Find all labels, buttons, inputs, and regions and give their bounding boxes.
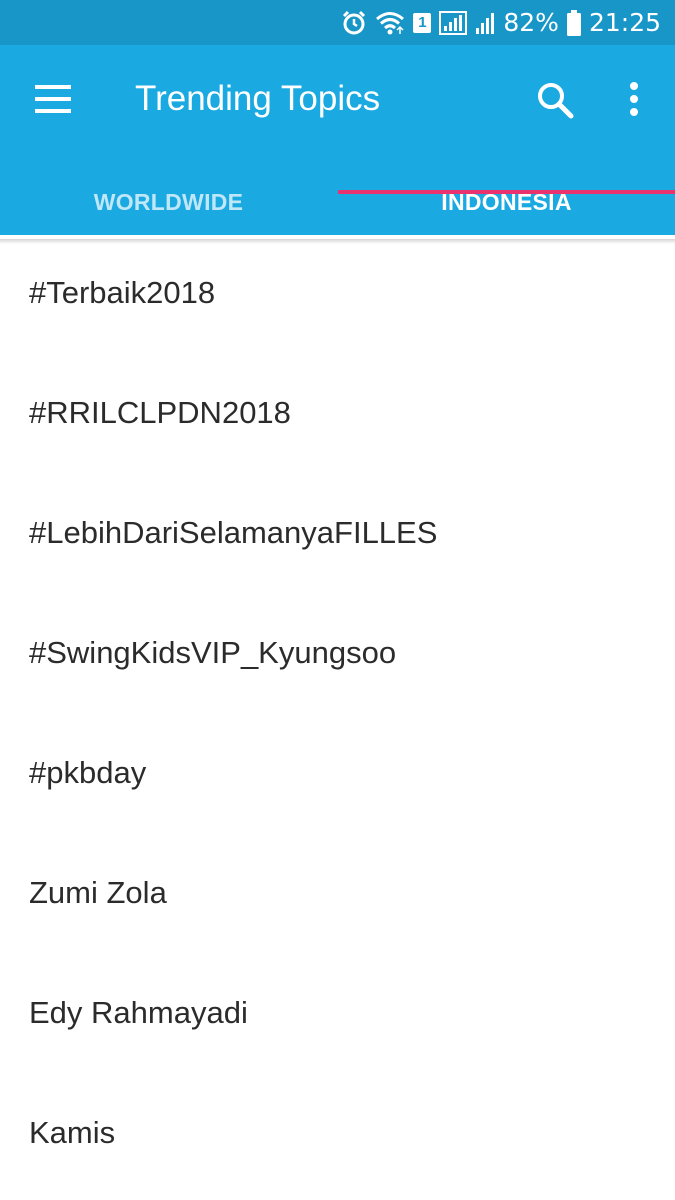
clock: 21:25	[588, 8, 661, 37]
trend-list: #Terbaik2018 #RRILCLPDN2018 #LebihDariSe…	[0, 240, 675, 1200]
trend-label: Edy Rahmayadi	[29, 995, 248, 1030]
page-title: Trending Topics	[135, 79, 381, 118]
search-icon[interactable]	[535, 80, 575, 120]
trend-item[interactable]: Edy Rahmayadi	[0, 960, 675, 1080]
trend-item[interactable]: #pkbday	[0, 720, 675, 840]
trend-label: #RRILCLPDN2018	[29, 395, 291, 430]
trend-item[interactable]: #RRILCLPDN2018	[0, 360, 675, 480]
battery-icon	[566, 9, 581, 36]
trend-item[interactable]: #LebihDariSelamanyaFILLES	[0, 480, 675, 600]
trend-label: #SwingKidsVIP_Kyungsoo	[29, 635, 397, 670]
tab-worldwide[interactable]: WORLDWIDE	[0, 170, 337, 235]
trend-item[interactable]: #SwingKidsVIP_Kyungsoo	[0, 600, 675, 720]
trend-label: Zumi Zola	[29, 875, 167, 910]
tab-indicator	[338, 190, 675, 194]
status-icons: 1 82% 21:25	[341, 0, 661, 45]
trend-item[interactable]: Kamis	[0, 1080, 675, 1200]
trend-item[interactable]: Zumi Zola	[0, 840, 675, 960]
trend-label: Kamis	[29, 1115, 116, 1150]
more-vert-icon[interactable]	[620, 79, 648, 119]
signal-icon-secondary	[475, 11, 495, 35]
wifi-icon	[375, 11, 405, 35]
app-bar: Trending Topics WORLDWIDE INDONESIA	[0, 45, 675, 235]
trend-label: #Terbaik2018	[29, 275, 216, 310]
status-bar: 1 82% 21:25	[0, 0, 675, 45]
tab-indonesia[interactable]: INDONESIA	[338, 170, 675, 235]
alarm-icon	[341, 10, 367, 36]
tab-bar: WORLDWIDE INDONESIA	[0, 170, 675, 235]
trend-item[interactable]: #Terbaik2018	[0, 240, 675, 360]
trend-label: #LebihDariSelamanyaFILLES	[29, 515, 438, 550]
battery-percent: 82%	[503, 8, 559, 37]
menu-icon[interactable]	[35, 85, 71, 113]
trend-label: #pkbday	[29, 755, 147, 790]
signal-icon	[439, 10, 468, 35]
sim-icon: 1	[413, 12, 432, 33]
